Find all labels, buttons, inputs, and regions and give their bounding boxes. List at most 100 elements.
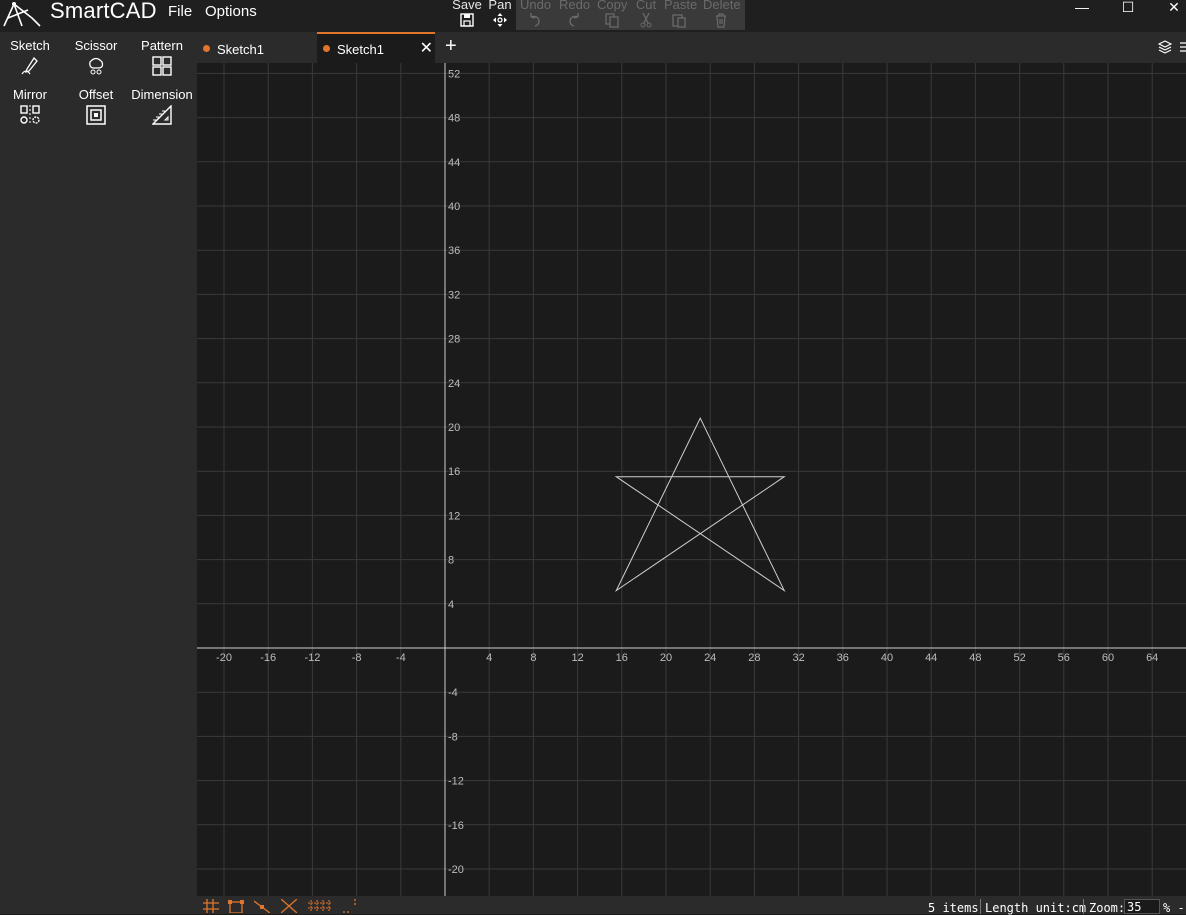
unsaved-dot-icon: [323, 45, 330, 52]
drawing-canvas[interactable]: -20 -16 -12 -8 -4 4 8 12 16 20 24 28 32 36 40 44 48 52 56 6…: [197, 63, 1186, 896]
redo-label: Redo: [559, 0, 591, 12]
cut-button[interactable]: Cut: [631, 0, 661, 30]
zoom-suffix: % -: [1163, 901, 1185, 915]
y-tick-label: 8: [448, 555, 454, 567]
tool-scissor[interactable]: Scissor: [64, 38, 128, 76]
x-tick-label: 32: [792, 652, 804, 664]
x-tick-label: 4: [486, 652, 492, 664]
tab-sketch1-active[interactable]: Sketch1 ✕: [317, 32, 435, 63]
x-tick-label: 36: [837, 652, 849, 664]
ortho-snap-icon[interactable]: [308, 899, 332, 913]
unsaved-dot-icon: [203, 45, 210, 52]
y-tick-label: 20: [448, 422, 460, 434]
y-tick-label: 4: [448, 599, 454, 611]
pattern-icon: [152, 56, 172, 76]
redo-button[interactable]: Redo: [559, 0, 591, 30]
undo-icon: [530, 13, 540, 27]
length-unit: Length unit:cm: [985, 901, 1087, 915]
tool-sketch[interactable]: Sketch: [0, 38, 62, 76]
intersection-snap-icon[interactable]: [281, 899, 297, 913]
tool-scissor-label: Scissor: [74, 38, 118, 53]
x-tick-label: 24: [704, 652, 716, 664]
y-tick-label: -20: [448, 864, 464, 876]
x-tick-label: 28: [748, 652, 760, 664]
x-tick-label: -4: [396, 652, 406, 664]
item-count: 5 items: [928, 901, 979, 915]
copy-icon: [605, 13, 619, 28]
zoom-input[interactable]: 35: [1124, 899, 1160, 914]
y-tick-label: -12: [448, 776, 464, 788]
pan-button[interactable]: Pan: [485, 0, 515, 30]
minimize-button[interactable]: —: [1062, 0, 1102, 14]
offset-icon: [86, 105, 106, 125]
copy-label: Copy: [597, 0, 628, 12]
app-logo-icon: [3, 1, 41, 27]
grid-snap-icon[interactable]: [203, 899, 219, 913]
scissor-icon: [89, 57, 104, 75]
status-bar: 5 items Length unit:cm Zoom: 35 % -: [197, 896, 1186, 915]
x-tick-label: -12: [304, 652, 320, 664]
undo-label: Undo: [520, 0, 552, 12]
tool-offset[interactable]: Offset: [64, 87, 128, 125]
x-tick-label: 20: [660, 652, 672, 664]
paste-button[interactable]: Paste: [664, 0, 698, 30]
layers-icon[interactable]: [1158, 40, 1172, 54]
delete-button[interactable]: Delete: [703, 0, 741, 30]
paste-icon: [672, 14, 686, 28]
y-tick-label: -8: [448, 731, 458, 743]
y-tick-label: 40: [448, 201, 460, 213]
x-tick-label: 16: [616, 652, 628, 664]
undo-button[interactable]: Undo: [520, 0, 552, 30]
tab-label: Sketch1: [337, 42, 384, 57]
canvas-grid[interactable]: -20 -16 -12 -8 -4 4 8 12 16 20 24 28 32 36 40 44 48 52 56 6…: [197, 63, 1186, 896]
endpoint-snap-icon[interactable]: [228, 899, 244, 913]
close-window-button[interactable]: ✕: [1154, 0, 1186, 14]
tool-mirror[interactable]: Mirror: [0, 87, 62, 125]
trash-icon: [716, 13, 726, 28]
cut-icon: [640, 12, 652, 28]
paste-label: Paste: [664, 0, 698, 12]
tool-dimension[interactable]: Dimension: [130, 87, 194, 125]
menu-file[interactable]: File: [168, 3, 192, 20]
x-tick-label: 56: [1058, 652, 1070, 664]
status-divider: [1083, 899, 1084, 914]
tool-mirror-label: Mirror: [13, 87, 47, 102]
maximize-button[interactable]: ☐: [1108, 0, 1148, 14]
mirror-icon: [20, 105, 40, 125]
zoom-label: Zoom:: [1089, 901, 1126, 915]
x-tick-label: 52: [1013, 652, 1025, 664]
perpendicular-snap-icon[interactable]: [343, 899, 359, 913]
document-tab-bar: Sketch1 Sketch1 ✕ +: [197, 32, 1186, 63]
y-tick-label: 32: [448, 289, 460, 301]
delete-label: Delete: [703, 0, 741, 12]
save-label: Save: [452, 0, 482, 12]
y-tick-label: -16: [448, 820, 464, 832]
cut-label: Cut: [635, 0, 657, 12]
x-tick-label: 40: [881, 652, 893, 664]
tool-offset-label: Offset: [78, 87, 114, 102]
tool-pattern[interactable]: Pattern: [130, 38, 194, 76]
x-tick-label: -16: [260, 652, 276, 664]
tool-sketch-label: Sketch: [10, 38, 50, 53]
tab-sketch1-inactive[interactable]: Sketch1: [197, 32, 315, 63]
tab-label: Sketch1: [217, 42, 264, 57]
add-tab-button[interactable]: +: [445, 35, 457, 58]
app-title: SmartCAD: [50, 0, 157, 23]
title-bar: SmartCAD File Options Save Pan Undo Redo…: [0, 0, 1186, 32]
x-tick-label: 12: [571, 652, 583, 664]
hamburger-menu-icon[interactable]: [1178, 40, 1186, 54]
tool-pattern-label: Pattern: [141, 38, 183, 53]
x-tick-label: -20: [216, 652, 232, 664]
menu-options[interactable]: Options: [205, 3, 257, 20]
midpoint-snap-icon[interactable]: [254, 899, 270, 913]
x-tick-label: 8: [530, 652, 536, 664]
redo-icon: [569, 13, 579, 27]
save-icon: [460, 13, 474, 27]
pan-label: Pan: [488, 0, 512, 12]
y-tick-label: 16: [448, 466, 460, 478]
save-button[interactable]: Save: [452, 0, 482, 30]
copy-button[interactable]: Copy: [597, 0, 627, 30]
y-tick-label: -4: [448, 687, 458, 699]
close-tab-icon[interactable]: ✕: [420, 38, 433, 58]
star-sketch[interactable]: [614, 417, 786, 593]
